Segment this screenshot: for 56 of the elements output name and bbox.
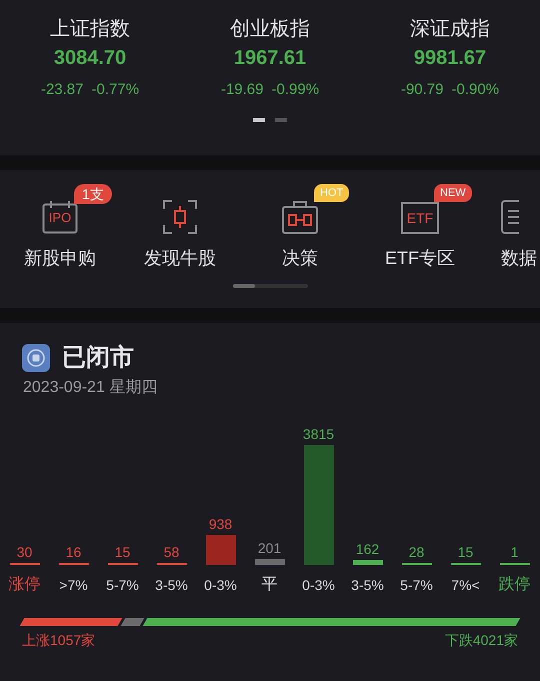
shortcut-label[interactable]: 发现牛股 xyxy=(144,246,216,270)
range-label: 跌停 xyxy=(498,575,530,595)
bar xyxy=(352,560,382,565)
count-label: 162 xyxy=(356,540,380,558)
index-change: -90.79 xyxy=(400,80,444,100)
index-name: 上证指数 xyxy=(50,17,130,42)
count-label: 201 xyxy=(258,539,282,557)
briefcase-icon xyxy=(282,200,318,234)
badge: HOT xyxy=(314,184,350,202)
range-label: 3-5% xyxy=(155,576,188,595)
shortcut-label[interactable]: 新股申购 xyxy=(24,246,96,270)
range-label: 5-7% xyxy=(400,576,433,595)
range-label: 0-3% xyxy=(302,576,335,595)
document-icon xyxy=(501,200,519,234)
etf-icon: ETF xyxy=(401,202,439,234)
range-label: 0-3% xyxy=(204,576,237,595)
range-label: 平 xyxy=(262,575,278,595)
range-label: 5-7% xyxy=(106,576,139,595)
badge: NEW xyxy=(434,184,472,202)
index-change: -19.69 xyxy=(220,80,264,100)
count-label: 28 xyxy=(408,543,424,561)
rise-count: 上涨1057家 xyxy=(22,631,96,650)
badge: 1支 xyxy=(74,184,112,204)
index-name: 深证成指 xyxy=(410,17,490,42)
shortcut-label[interactable]: 数据 xyxy=(501,246,537,270)
count-label: 16 xyxy=(66,543,82,561)
shortcut-label[interactable]: ETF专区 xyxy=(385,246,455,270)
scan-icon xyxy=(163,200,197,234)
index-name: 创业板指 xyxy=(230,17,310,42)
count-label: 938 xyxy=(208,515,232,533)
count-label: 15 xyxy=(114,543,130,561)
range-label: 3-5% xyxy=(351,576,384,595)
page-indicator[interactable] xyxy=(253,118,265,122)
index-percent: -0.99% xyxy=(272,80,320,100)
count-label: 1 xyxy=(510,543,518,561)
bar xyxy=(254,559,284,565)
count-label: 15 xyxy=(458,543,474,561)
count-label: 58 xyxy=(164,543,180,561)
count-label: 3815 xyxy=(302,425,334,443)
index-percent: -0.77% xyxy=(92,80,140,100)
range-label: 涨停 xyxy=(8,575,40,595)
index-value: 9981.67 xyxy=(414,46,486,71)
market-status: 已闭市 xyxy=(62,343,134,373)
trade-date: 2023-09-21 星期四 xyxy=(22,378,158,398)
index-value: 3084.70 xyxy=(54,46,126,71)
index-percent: -0.90% xyxy=(452,80,500,100)
index-change: -23.87 xyxy=(40,80,84,100)
index-value: 1967.61 xyxy=(234,46,306,71)
shortcut-label[interactable]: 决策 xyxy=(282,246,318,270)
range-label: >7% xyxy=(59,576,88,595)
fall-count: 下跌4021家 xyxy=(444,631,518,650)
count-label: 30 xyxy=(16,543,32,561)
page-indicator[interactable] xyxy=(275,118,287,122)
bar xyxy=(206,535,236,565)
status-icon xyxy=(22,344,50,372)
range-label: 7%< xyxy=(451,576,480,595)
